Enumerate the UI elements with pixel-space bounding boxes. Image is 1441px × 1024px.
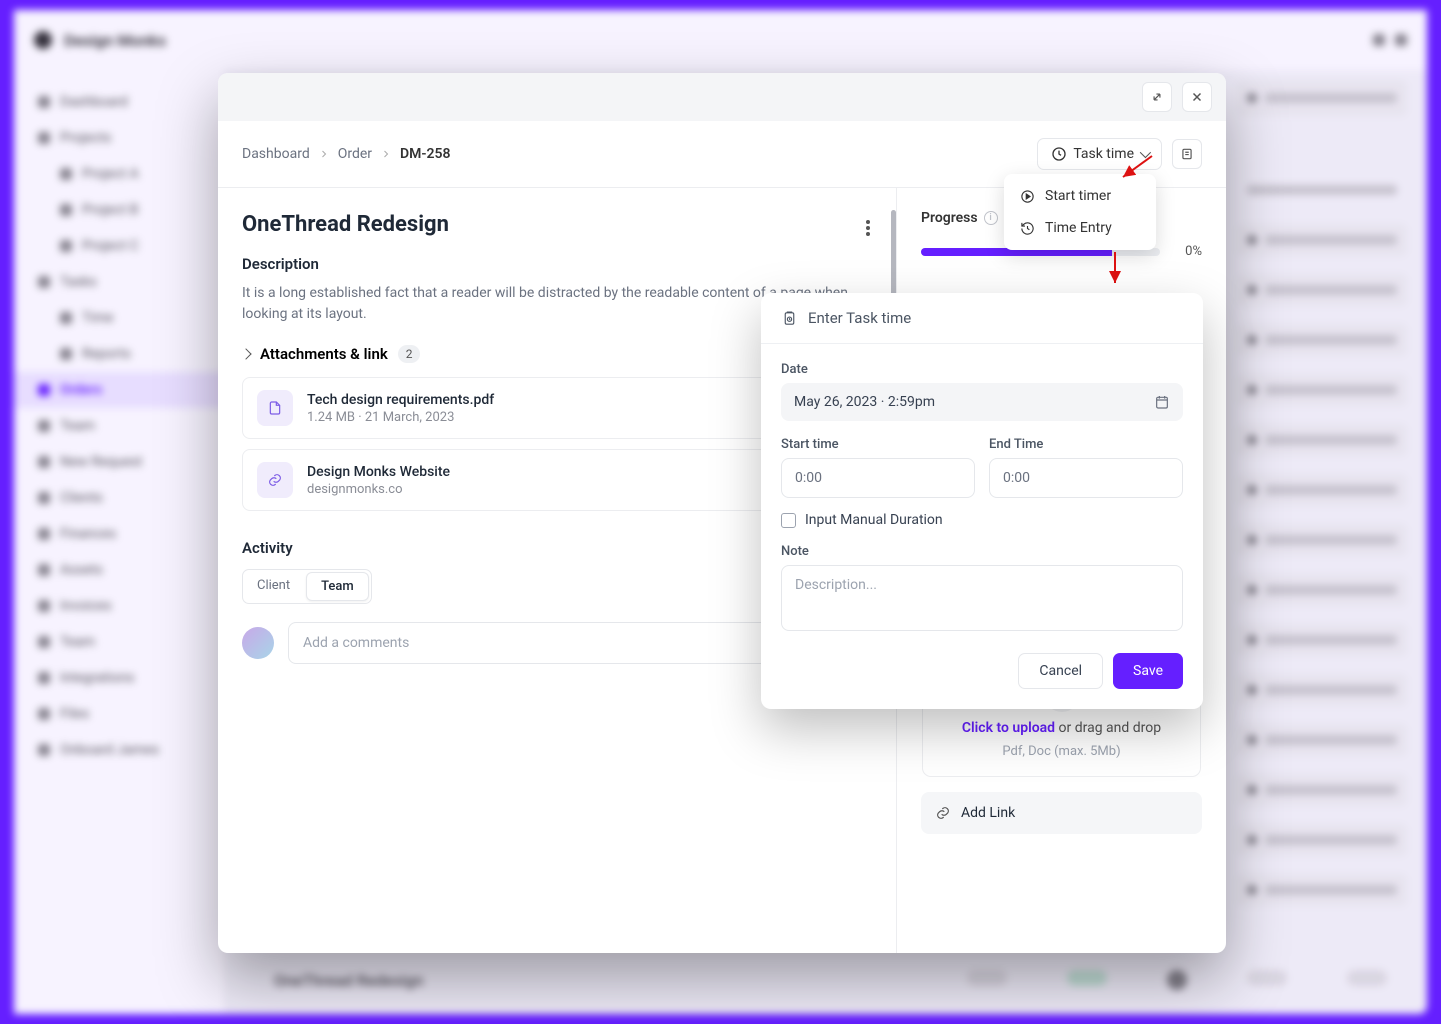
attachments-count: 2 (398, 345, 421, 363)
file-icon (257, 390, 293, 426)
manual-duration-label: Input Manual Duration (805, 512, 943, 528)
end-time-input[interactable]: 0:00 (989, 458, 1183, 498)
chevron-down-icon (1140, 147, 1151, 158)
note-textarea[interactable]: Description... (781, 565, 1183, 631)
chevron-right-icon (240, 348, 251, 359)
tab-client[interactable]: Client (243, 570, 304, 603)
modal-header (218, 73, 1226, 121)
clipboard-clock-icon (781, 310, 798, 327)
click-upload-link[interactable]: Click to upload (962, 720, 1055, 736)
more-menu-button[interactable] (860, 216, 876, 240)
task-time-button[interactable]: Task time (1037, 138, 1162, 170)
close-button[interactable] (1182, 82, 1212, 112)
start-time-label: Start time (781, 437, 975, 452)
breadcrumb-level3: DM-258 (400, 146, 451, 162)
avatar (242, 627, 274, 659)
clock-icon (1051, 146, 1067, 162)
upload-hint: Pdf, Doc (max. 5Mb) (1002, 744, 1120, 759)
modal-toolbar: Dashboard Order DM-258 Task time Start t… (218, 121, 1226, 188)
cancel-button[interactable]: Cancel (1018, 653, 1103, 689)
calendar-icon (1154, 394, 1170, 410)
expand-button[interactable] (1142, 82, 1172, 112)
link-icon (935, 805, 951, 821)
start-timer-item[interactable]: Start timer (1004, 180, 1156, 212)
date-input[interactable]: May 26, 2023 · 2:59pm (781, 383, 1183, 421)
manual-duration-checkbox[interactable] (781, 513, 796, 528)
note-button[interactable] (1172, 139, 1202, 169)
task-time-label: Task time (1073, 146, 1134, 162)
date-value: May 26, 2023 · 2:59pm (794, 394, 935, 410)
date-label: Date (781, 362, 1183, 377)
chevron-right-icon (318, 148, 330, 160)
upload-text: Click to upload or drag and drop (962, 720, 1161, 736)
link-icon (257, 462, 293, 498)
progress-percent: 0% (1170, 244, 1202, 259)
history-icon (1020, 221, 1035, 236)
time-entry-item[interactable]: Time Entry (1004, 212, 1156, 244)
start-time-input[interactable]: 0:00 (781, 458, 975, 498)
task-time-menu: Start timer Time Entry (1004, 174, 1156, 250)
info-icon[interactable]: i (984, 211, 998, 225)
breadcrumb: Dashboard Order DM-258 (242, 146, 451, 162)
play-circle-icon (1020, 189, 1035, 204)
description-label: Description (242, 255, 872, 273)
tab-team[interactable]: Team (306, 572, 369, 601)
chevron-right-icon (380, 148, 392, 160)
time-entry-popover: Enter Task time Date May 26, 2023 · 2:59… (761, 293, 1203, 709)
attachment-sub: 1.24 MB · 21 March, 2023 (307, 410, 494, 425)
popover-header: Enter Task time (761, 293, 1203, 344)
attachment-name: Tech design requirements.pdf (307, 392, 494, 408)
attachment-name: Design Monks Website (307, 464, 450, 480)
expand-icon (1150, 90, 1164, 104)
add-link-button[interactable]: Add Link (921, 792, 1202, 834)
save-button[interactable]: Save (1113, 653, 1183, 689)
breadcrumb-level2[interactable]: Order (338, 146, 372, 162)
end-time-label: End Time (989, 437, 1183, 452)
note-label: Note (781, 544, 1183, 559)
close-icon (1190, 90, 1204, 104)
attachment-sub: designmonks.co (307, 482, 450, 497)
task-title: OneThread Redesign (242, 212, 872, 237)
attachments-label: Attachments & link (260, 345, 388, 363)
note-icon (1180, 147, 1194, 161)
breadcrumb-level1[interactable]: Dashboard (242, 146, 310, 162)
activity-tabs: Client Team (242, 569, 372, 604)
